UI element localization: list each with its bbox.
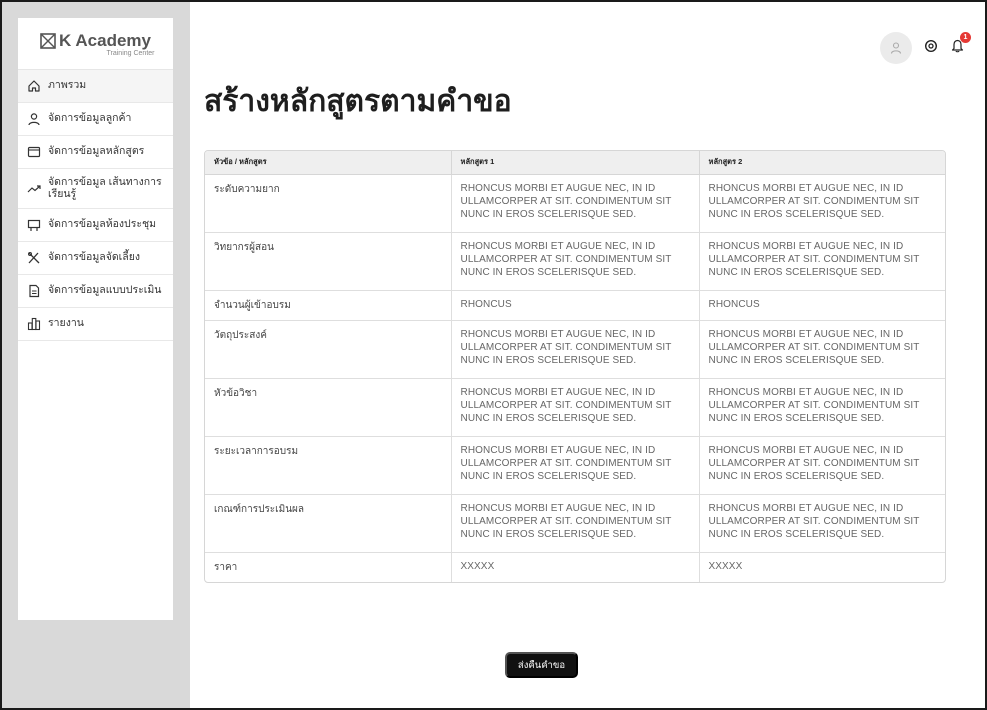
table-row: เกณฑ์การประเมินผล RHONCUS MORBI ET AUGUE… <box>205 494 945 553</box>
course-2-cell: RHONCUS MORBI ET AUGUE NEC, IN ID ULLAMC… <box>699 174 945 233</box>
notifications-button[interactable]: 1 <box>950 32 971 58</box>
sidebar-item-reports[interactable]: รายงาน <box>18 308 173 341</box>
sidebar-item-courses[interactable]: จัดการข้อมูลหลักสูตร <box>18 136 173 169</box>
table-row: ระยะเวลาการอบรม RHONCUS MORBI ET AUGUE N… <box>205 436 945 495</box>
course-2-cell: RHONCUS MORBI ET AUGUE NEC, IN ID ULLAMC… <box>699 232 945 291</box>
avatar[interactable] <box>880 32 912 64</box>
sidebar-item-meeting-rooms[interactable]: จัดการข้อมูลห้องประชุม <box>18 209 173 242</box>
sidebar-item-learning-path[interactable]: จัดการข้อมูล เส้นทางการเรียนรู้ <box>18 169 173 209</box>
brand-subtitle: Training Center <box>106 49 155 57</box>
user-icon <box>26 111 42 127</box>
sidebar-item-overview[interactable]: ภาพรวม <box>18 70 173 103</box>
sidebar-item-customers[interactable]: จัดการข้อมูลลูกค้า <box>18 103 173 136</box>
sidebar-item-evaluation[interactable]: จัดการข้อมูลแบบประเมิน <box>18 275 173 308</box>
row-label: ระยะเวลาการอบรม <box>205 436 452 495</box>
column-header-course-1: หลักสูตร 1 <box>451 151 700 175</box>
course-1-cell: XXXXX <box>451 552 700 582</box>
brand-name: K Academy <box>59 30 151 50</box>
course-1-cell: RHONCUS <box>451 290 700 321</box>
row-label: เกณฑ์การประเมินผล <box>205 494 452 553</box>
home-icon <box>26 78 42 94</box>
row-label: ระดับความยาก <box>205 174 452 233</box>
course-1-cell: RHONCUS MORBI ET AUGUE NEC, IN ID ULLAMC… <box>451 320 700 379</box>
row-label: วิทยากรผู้สอน <box>205 232 452 291</box>
course-1-cell: RHONCUS MORBI ET AUGUE NEC, IN ID ULLAMC… <box>451 378 700 437</box>
settings-button[interactable] <box>924 39 938 58</box>
sidebar-item-label: จัดการข้อมูลลูกค้า <box>48 112 132 125</box>
logo-mark: K Academy <box>40 31 151 51</box>
column-header-course-2: หลักสูตร 2 <box>699 151 945 175</box>
utensils-icon <box>26 250 42 266</box>
gear-icon <box>924 39 938 52</box>
row-label: หัวข้อวิชา <box>205 378 452 437</box>
return-request-button[interactable]: ส่งคืนคำขอ <box>505 652 578 678</box>
user-avatar-icon <box>890 42 902 54</box>
trend-icon <box>26 181 42 197</box>
sidebar-item-catering[interactable]: จัดการข้อมูลจัดเลี้ยง <box>18 242 173 275</box>
table-row: วิทยากรผู้สอน RHONCUS MORBI ET AUGUE NEC… <box>205 232 945 291</box>
sidebar-item-label: ภาพรวม <box>48 79 87 92</box>
course-2-cell: RHONCUS <box>699 290 945 321</box>
course-1-cell: RHONCUS MORBI ET AUGUE NEC, IN ID ULLAMC… <box>451 436 700 495</box>
top-bar: 1 <box>880 32 971 64</box>
column-header-topic: หัวข้อ / หลักสูตร <box>205 151 452 175</box>
course-comparison-table: หัวข้อ / หลักสูตร หลักสูตร 1 หลักสูตร 2 … <box>204 150 946 583</box>
course-2-cell: RHONCUS MORBI ET AUGUE NEC, IN ID ULLAMC… <box>699 378 945 437</box>
sidebar-item-label: จัดการข้อมูลจัดเลี้ยง <box>48 251 140 264</box>
logo-box-icon <box>40 32 56 49</box>
table-row: ราคา XXXXX XXXXX <box>205 552 945 582</box>
meeting-room-icon <box>26 217 42 233</box>
course-1-cell: RHONCUS MORBI ET AUGUE NEC, IN ID ULLAMC… <box>451 232 700 291</box>
folder-icon <box>26 144 42 160</box>
table-row: หัวข้อวิชา RHONCUS MORBI ET AUGUE NEC, I… <box>205 378 945 437</box>
notification-badge: 1 <box>960 32 971 43</box>
brand-logo[interactable]: K Academy Training Center <box>18 18 173 70</box>
course-1-cell: RHONCUS MORBI ET AUGUE NEC, IN ID ULLAMC… <box>451 494 700 553</box>
page-title: สร้างหลักสูตรตามคำขอ <box>204 84 512 119</box>
sidebar-nav: ภาพรวม จัดการข้อมูลลูกค้า จัดการข้อมูลหล… <box>18 70 173 341</box>
sidebar-item-label: จัดการข้อมูลแบบประเมิน <box>48 284 162 297</box>
course-2-cell: RHONCUS MORBI ET AUGUE NEC, IN ID ULLAMC… <box>699 320 945 379</box>
app-frame: K Academy Training Center ภาพรวม จัดการข… <box>0 0 987 710</box>
course-2-cell: RHONCUS MORBI ET AUGUE NEC, IN ID ULLAMC… <box>699 494 945 553</box>
row-label: จำนวนผู้เข้าอบรม <box>205 290 452 321</box>
row-label: วัตถุประสงค์ <box>205 320 452 379</box>
sidebar-item-label: รายงาน <box>48 317 84 330</box>
report-icon <box>26 316 42 332</box>
course-1-cell: RHONCUS MORBI ET AUGUE NEC, IN ID ULLAMC… <box>451 174 700 233</box>
row-label: ราคา <box>205 552 452 582</box>
sidebar-item-label: จัดการข้อมูล เส้นทางการเรียนรู้ <box>48 176 162 200</box>
sidebar-item-label: จัดการข้อมูลห้องประชุม <box>48 218 157 231</box>
table-row: ระดับความยาก RHONCUS MORBI ET AUGUE NEC,… <box>205 174 945 233</box>
table-row: จำนวนผู้เข้าอบรม RHONCUS RHONCUS <box>205 290 945 321</box>
sidebar-item-label: จัดการข้อมูลหลักสูตร <box>48 145 145 158</box>
sidebar: K Academy Training Center ภาพรวม จัดการข… <box>18 18 173 620</box>
document-icon <box>26 283 42 299</box>
table-header-row: หัวข้อ / หลักสูตร หลักสูตร 1 หลักสูตร 2 <box>205 151 945 175</box>
course-2-cell: RHONCUS MORBI ET AUGUE NEC, IN ID ULLAMC… <box>699 436 945 495</box>
course-2-cell: XXXXX <box>708 560 743 572</box>
table-row: วัตถุประสงค์ RHONCUS MORBI ET AUGUE NEC,… <box>205 320 945 379</box>
